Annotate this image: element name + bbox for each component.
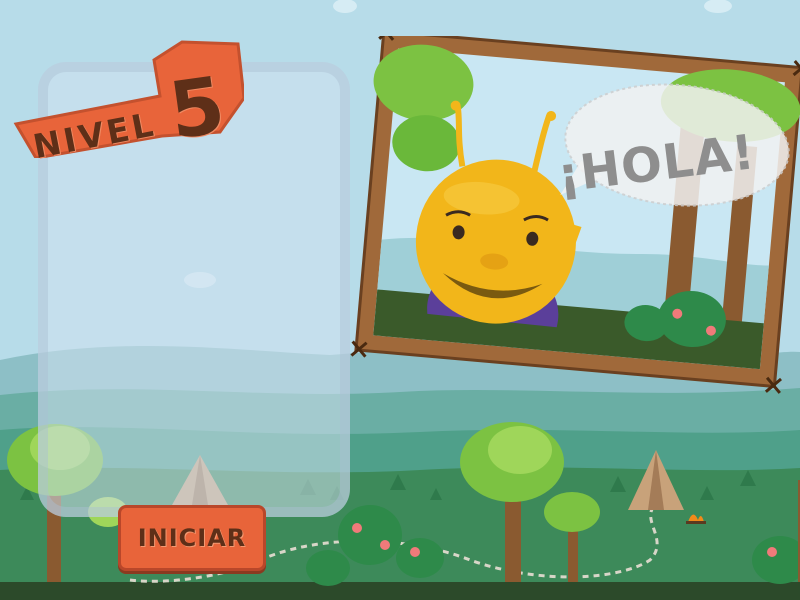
game-scene: NIVEL 5 INICIAR ¡HOLA! (0, 0, 800, 600)
level-badge: NIVEL 5 (12, 40, 244, 166)
character-picture-frame (350, 36, 800, 394)
level-number: 5 (164, 60, 231, 158)
start-button-label: INICIAR (137, 524, 247, 552)
start-button[interactable]: INICIAR (118, 505, 266, 571)
